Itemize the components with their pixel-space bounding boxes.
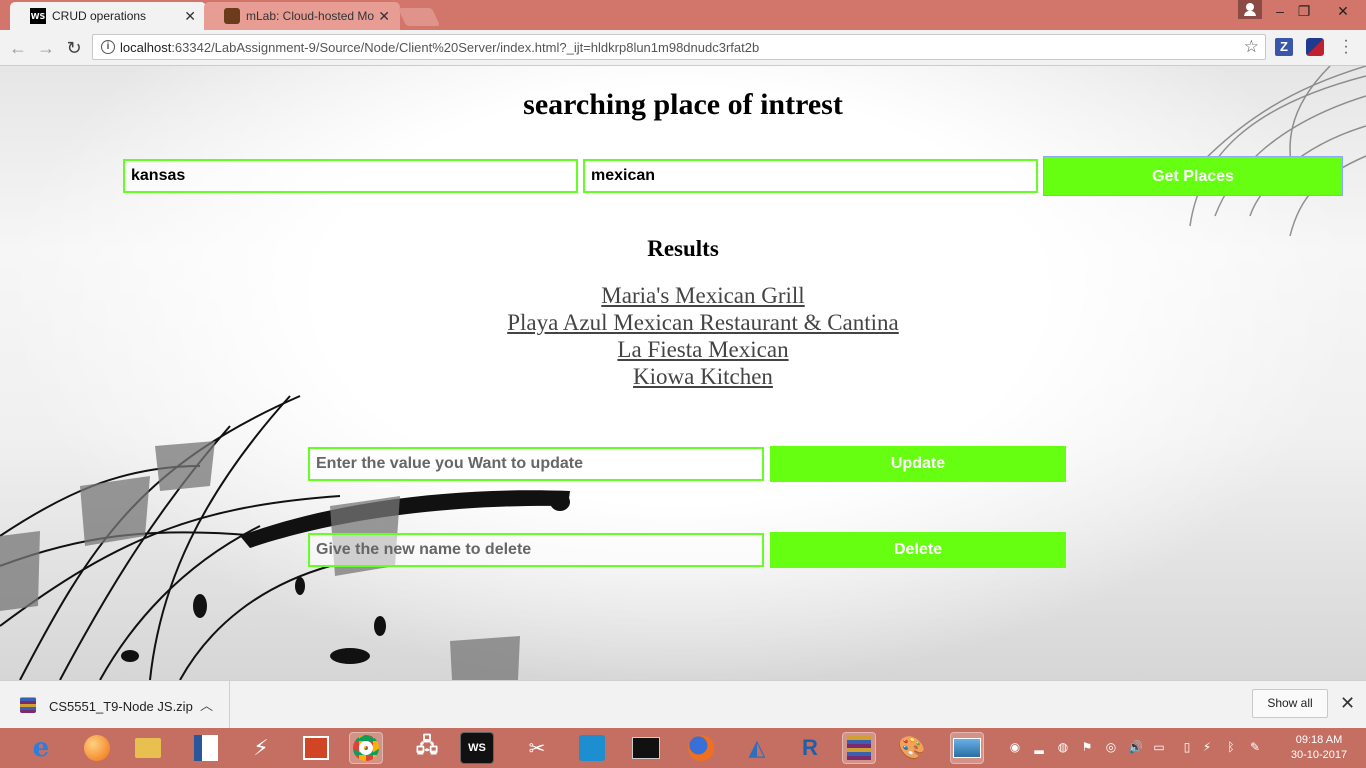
reload-icon[interactable]: ↻ bbox=[62, 36, 86, 60]
power-tray-icon[interactable]: ⚡ bbox=[1200, 740, 1214, 754]
browser-toolbar: ← → ↻ i localhost:63342/LabAssignment-9/… bbox=[0, 30, 1366, 66]
result-link[interactable]: Kiowa Kitchen bbox=[403, 363, 1003, 390]
clock-time: 09:18 AM bbox=[1295, 734, 1343, 746]
battery-tray-icon[interactable]: ▯ bbox=[1180, 740, 1194, 754]
network-tool-icon[interactable]: 🖧 bbox=[410, 732, 444, 764]
wireshark-icon[interactable]: ◭ bbox=[740, 732, 774, 764]
tab-crud-operations[interactable]: WS CRUD operations ✕ bbox=[10, 2, 206, 30]
nvidia-tray-icon[interactable]: ◎ bbox=[1104, 740, 1118, 754]
antivirus-tray-icon[interactable]: ◍ bbox=[1056, 740, 1070, 754]
back-icon[interactable]: ← bbox=[6, 36, 30, 60]
close-tab-icon[interactable]: ✕ bbox=[378, 8, 390, 25]
tab-mlab[interactable]: mLab: Cloud-hosted Mo ✕ bbox=[204, 2, 400, 30]
keyboard-tray-icon[interactable]: ✎ bbox=[1248, 740, 1262, 754]
results-list: Maria's Mexican Grill Playa Azul Mexican… bbox=[403, 282, 1003, 390]
browser-tab-strip: WS CRUD operations ✕ mLab: Cloud-hosted … bbox=[0, 0, 1366, 30]
r-language-icon[interactable]: R bbox=[793, 732, 827, 764]
monitor-tray-icon[interactable]: ▭ bbox=[1152, 740, 1166, 754]
close-tab-icon[interactable]: ✕ bbox=[184, 8, 196, 25]
bookmark-star-icon[interactable]: ☆ bbox=[1244, 37, 1259, 57]
page-title: searching place of intrest bbox=[523, 88, 843, 121]
close-download-bar-icon[interactable]: ✕ bbox=[1340, 693, 1355, 714]
photos-icon[interactable] bbox=[950, 732, 984, 764]
zotero-extension-icon[interactable]: Z bbox=[1275, 38, 1293, 56]
volume-tray-icon[interactable]: 🔊 bbox=[1128, 740, 1143, 754]
powerpoint-icon[interactable] bbox=[299, 732, 333, 764]
internet-explorer-icon[interactable]: e bbox=[24, 732, 58, 764]
profile-icon[interactable] bbox=[1238, 0, 1262, 19]
signal-tray-icon[interactable]: ▂ bbox=[1032, 740, 1046, 754]
mlab-icon bbox=[224, 8, 240, 24]
url-path: :63342/LabAssignment-9/Source/Node/Clien… bbox=[171, 40, 760, 55]
tab-title: mLab: Cloud-hosted Mo bbox=[246, 9, 375, 23]
close-window-icon[interactable]: ✕ bbox=[1326, 0, 1360, 22]
address-bar[interactable]: i localhost:63342/LabAssignment-9/Source… bbox=[92, 34, 1266, 60]
new-tab-button[interactable] bbox=[397, 8, 441, 26]
bracket-app-icon[interactable] bbox=[575, 732, 609, 764]
paint-icon[interactable]: 🎨 bbox=[895, 732, 929, 764]
download-file-name: CS5551_T9-Node JS.zip bbox=[49, 699, 193, 714]
delete-input[interactable] bbox=[308, 533, 764, 567]
bolt-app-icon[interactable]: ⚡ bbox=[244, 732, 278, 764]
flag-tray-icon[interactable]: ⚑ bbox=[1080, 740, 1094, 754]
result-link[interactable]: Maria's Mexican Grill bbox=[403, 282, 1003, 309]
url-text[interactable]: localhost:63342/LabAssignment-9/Source/N… bbox=[120, 40, 759, 55]
delete-button[interactable]: Delete bbox=[770, 532, 1066, 568]
result-link[interactable]: Playa Azul Mexican Restaurant & Cantina bbox=[403, 309, 1003, 336]
forward-icon[interactable]: → bbox=[34, 36, 58, 60]
chrome-icon[interactable] bbox=[349, 732, 383, 764]
results-heading: Results bbox=[647, 236, 719, 261]
bluetooth-tray-icon[interactable]: ᛒ bbox=[1224, 740, 1238, 754]
windows-taskbar: e ⚡ 🖧 WS ✂ ◭ R 🎨 ◉ ▂ ◍ ⚑ ◎ 🔊 ▭ ▯ ⚡ ᛒ ✎ 0… bbox=[0, 728, 1366, 768]
info-icon[interactable]: i bbox=[101, 40, 115, 54]
page-content: searching place of intrest Get Places Re… bbox=[0, 66, 1366, 680]
winrar-archive-icon bbox=[20, 697, 36, 713]
menu-icon[interactable]: · · · bbox=[1340, 33, 1352, 61]
url-host: localhost bbox=[120, 40, 172, 55]
update-input[interactable] bbox=[308, 447, 764, 481]
command-prompt-icon[interactable] bbox=[629, 732, 663, 764]
search-query-input[interactable] bbox=[583, 159, 1038, 193]
winrar-icon[interactable] bbox=[842, 732, 876, 764]
clock-date: 30-10-2017 bbox=[1290, 749, 1348, 761]
webstorm-icon: WS bbox=[30, 8, 46, 24]
download-bar: CS5551_T9-Node JS.zip ︿ Show all ✕ bbox=[0, 680, 1366, 729]
result-link[interactable]: La Fiesta Mexican bbox=[403, 336, 1003, 363]
media-player-icon[interactable] bbox=[80, 732, 114, 764]
snipping-tool-icon[interactable]: ✂ bbox=[520, 732, 554, 764]
restore-icon[interactable]: ❐ bbox=[1290, 0, 1318, 22]
extension-icon[interactable] bbox=[1306, 38, 1324, 56]
firefox-icon[interactable] bbox=[684, 732, 718, 764]
location-input[interactable] bbox=[123, 159, 578, 193]
word-icon[interactable] bbox=[189, 732, 223, 764]
taskbar-clock[interactable]: 09:18 AM 30-10-2017 bbox=[1282, 733, 1356, 763]
download-item[interactable]: CS5551_T9-Node JS.zip ︿ bbox=[0, 681, 230, 729]
teamviewer-tray-icon[interactable]: ◉ bbox=[1008, 740, 1022, 754]
file-explorer-icon[interactable] bbox=[131, 732, 165, 764]
tab-title: CRUD operations bbox=[52, 9, 147, 23]
chevron-up-icon[interactable]: ︿ bbox=[200, 695, 213, 714]
webstorm-taskbar-icon[interactable]: WS bbox=[460, 732, 494, 764]
get-places-button[interactable]: Get Places bbox=[1043, 156, 1343, 196]
update-button[interactable]: Update bbox=[770, 446, 1066, 482]
show-all-downloads-button[interactable]: Show all bbox=[1252, 689, 1328, 718]
